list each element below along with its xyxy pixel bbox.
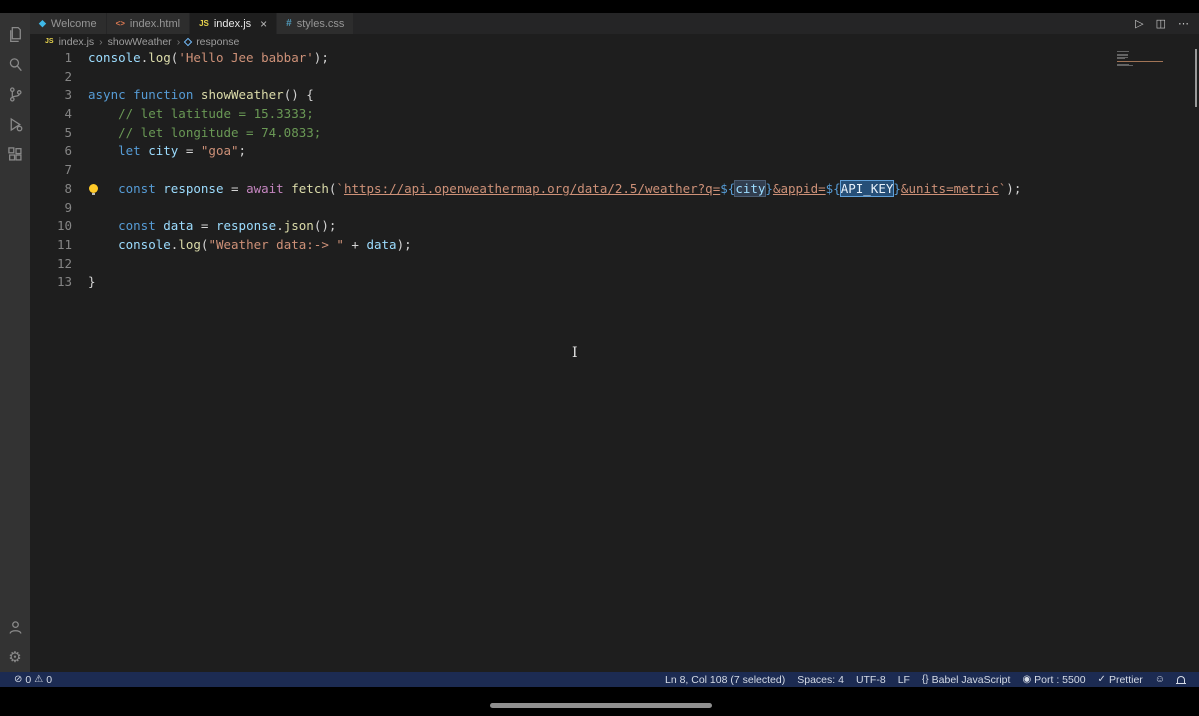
warning-icon: ⚠ (34, 674, 44, 685)
problems-indicator[interactable]: ⊘ 0 ⚠ 0 (8, 674, 58, 686)
breadcrumb-item-file[interactable]: index.js (59, 36, 95, 48)
lightbulb-icon[interactable] (89, 183, 98, 195)
mouse-text-cursor: I (572, 345, 578, 361)
tab-bar: ◆ Welcome <> index.html JS index.js × # … (30, 13, 1199, 34)
prettier-status[interactable]: ✓ Prettier (1092, 674, 1149, 686)
indentation-setting[interactable]: Spaces: 4 (791, 674, 850, 686)
run-debug-icon[interactable] (0, 109, 30, 139)
account-icon[interactable] (0, 612, 30, 642)
activity-bar: ⚙ (0, 13, 30, 672)
tab-label: index.html (129, 17, 181, 30)
welcome-tab-icon: ◆ (39, 18, 46, 28)
breadcrumb: JS index.js › showWeather › response (30, 34, 1199, 49)
status-bar: ⊘ 0 ⚠ 0 Ln 8, Col 108 (7 selected) Space… (0, 672, 1199, 687)
warning-count: 0 (46, 673, 53, 686)
search-icon[interactable] (0, 49, 30, 79)
line-number: 6 (64, 143, 72, 159)
code-line[interactable]: 5 // let longitude = 74.0833; (30, 124, 1199, 143)
line-number: 10 (56, 218, 72, 234)
minimap[interactable] (1117, 51, 1163, 70)
line-number: 3 (64, 87, 72, 103)
bell-icon (1176, 676, 1186, 684)
tab-index-js[interactable]: JS index.js × (190, 13, 278, 34)
code-line[interactable]: 10 const data = response.json(); (30, 217, 1199, 236)
breadcrumb-item-function[interactable]: showWeather (108, 36, 172, 48)
braces-icon: {} (921, 674, 929, 685)
line-number: 1 (64, 50, 72, 65)
tab-label: Welcome (50, 17, 97, 30)
line-number: 12 (56, 255, 72, 271)
line-number: 9 (64, 199, 72, 215)
run-file-icon[interactable]: ▷ (1135, 17, 1143, 30)
code-line[interactable]: 8 const response = await fetch(`https://… (30, 180, 1199, 199)
line-number: 7 (64, 162, 72, 178)
code-line[interactable]: 9 (30, 199, 1199, 218)
variable-symbol-icon (183, 37, 193, 46)
code-line[interactable]: 7 (30, 161, 1199, 180)
code-line[interactable]: 12 (30, 255, 1199, 274)
code-editor[interactable]: 1 console.log('Hello Jee babbar'); 2 3 async… (30, 49, 1199, 672)
tab-welcome[interactable]: ◆ Welcome (30, 13, 107, 34)
line-number: 2 (64, 68, 72, 84)
code-line[interactable]: 2 (30, 68, 1199, 87)
line-number: 13 (56, 274, 72, 290)
code-line[interactable]: 3 async function showWeather() { (30, 86, 1199, 105)
breadcrumb-item-symbol[interactable]: response (196, 36, 239, 48)
code-line[interactable]: 1 console.log('Hello Jee babbar'); (30, 49, 1199, 68)
line-number: 5 (64, 124, 72, 140)
more-actions-icon[interactable]: ⋯ (1178, 17, 1189, 30)
video-scrubber[interactable] (490, 703, 712, 708)
split-editor-icon[interactable]: ◫ (1156, 17, 1166, 30)
html-file-icon: <> (115, 18, 125, 28)
feedback-smiley-icon: ☺ (1154, 674, 1165, 685)
css-file-icon: # (286, 17, 292, 29)
cursor-position[interactable]: Ln 8, Col 108 (7 selected) (659, 674, 791, 686)
code-line[interactable]: 6 let city = "goa"; (30, 142, 1199, 161)
settings-gear-icon[interactable]: ⚙ (0, 642, 30, 672)
vscode-window: ⚙ ◆ Welcome <> index.html JS index.js × (0, 0, 1199, 716)
live-server-port[interactable]: ◉ Port : 5500 (1016, 674, 1091, 686)
explorer-icon[interactable] (0, 19, 30, 49)
line-number: 8 (64, 180, 72, 196)
tab-styles-css[interactable]: # styles.css (277, 13, 355, 34)
tab-index-html[interactable]: <> index.html (106, 13, 191, 34)
letterbox-bottom (0, 687, 1199, 716)
js-file-icon: JS (45, 38, 54, 45)
code-line[interactable]: 4 // let latitude = 15.3333; (30, 105, 1199, 124)
notifications-button[interactable] (1171, 676, 1191, 684)
source-control-icon[interactable] (0, 79, 30, 109)
tab-label: styles.css (296, 17, 345, 30)
error-icon: ⊘ (14, 674, 23, 685)
code-lines: 1 console.log('Hello Jee babbar'); 2 3 async… (30, 49, 1199, 292)
editor-actions: ▷ ◫ ⋯ (1135, 13, 1199, 34)
extensions-icon[interactable] (0, 139, 30, 169)
feedback-button[interactable]: ☺ (1149, 674, 1171, 685)
chevron-right-icon: › (176, 35, 181, 48)
line-number: 11 (56, 236, 72, 252)
code-line[interactable]: 13} (30, 273, 1199, 292)
scrollbar-thumb[interactable] (1195, 49, 1197, 107)
code-line[interactable]: 11 console.log("Weather data:-> " + data… (30, 236, 1199, 255)
close-tab-icon[interactable]: × (260, 18, 267, 30)
js-file-icon: JS (199, 18, 209, 28)
line-number: 4 (64, 106, 72, 122)
check-icon: ✓ (1097, 674, 1106, 685)
language-mode[interactable]: {} Babel JavaScript (916, 674, 1016, 686)
workbench: ◆ Welcome <> index.html JS index.js × # … (30, 13, 1199, 672)
letterbox-top (0, 0, 1199, 13)
broadcast-icon: ◉ (1022, 674, 1032, 685)
gear-glyph: ⚙ (8, 649, 22, 666)
tab-label: index.js (213, 17, 252, 30)
eol-setting[interactable]: LF (892, 674, 916, 686)
encoding-setting[interactable]: UTF-8 (850, 674, 892, 686)
error-count: 0 (25, 673, 32, 686)
chevron-right-icon: › (99, 35, 103, 48)
